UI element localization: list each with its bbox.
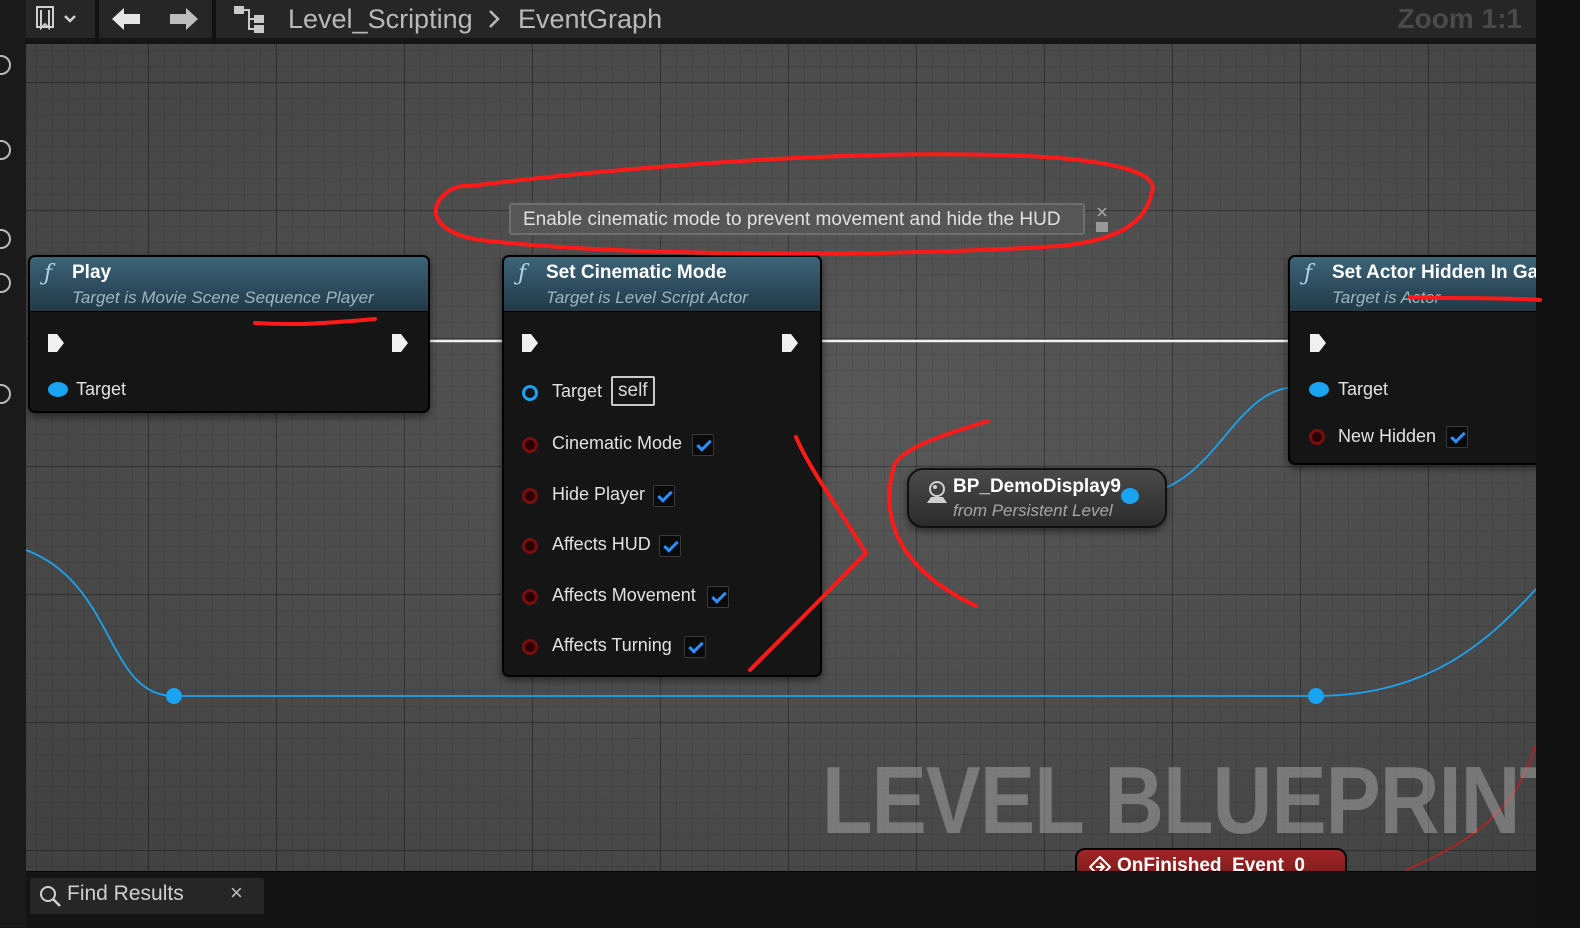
- reroute-node: [1308, 688, 1324, 704]
- target-default-value[interactable]: self: [611, 376, 655, 406]
- pin-label: Affects Movement: [552, 585, 696, 605]
- pin-label: Hide Player: [552, 484, 646, 504]
- exec-out-pin[interactable]: [780, 332, 800, 354]
- search-icon: [40, 886, 61, 907]
- event-icon: [1089, 856, 1111, 871]
- reroute-node: [166, 688, 182, 704]
- forward-button[interactable]: [166, 4, 202, 34]
- node-subtitle: Target is Movie Scene Sequence Player: [72, 288, 374, 307]
- pin-label: Target: [1338, 379, 1389, 399]
- on-finished-event-node[interactable]: OnFinished_Event_0: [1075, 848, 1347, 871]
- exec-in-pin[interactable]: [520, 332, 540, 354]
- chevron-down-icon: [64, 15, 76, 23]
- bp-demodisplay9-node[interactable]: BP_DemoDisplay9 from Persistent Level: [907, 468, 1167, 528]
- left-panel-strip: [0, 0, 27, 927]
- breadcrumb-level-scripting[interactable]: Level_Scripting: [288, 0, 473, 38]
- bookmark-button[interactable]: [34, 4, 84, 34]
- affects-movement-pin[interactable]: [522, 589, 538, 605]
- comment-bubble[interactable]: Enable cinematic mode to prevent movemen…: [509, 203, 1085, 235]
- affects-turning-checkbox[interactable]: [684, 636, 706, 658]
- pin-label: Affects Turning: [552, 635, 672, 655]
- bottom-tab-bar: Find Results ×: [26, 871, 1536, 928]
- panel-handle-icon[interactable]: [0, 55, 11, 75]
- breadcrumb-eventgraph[interactable]: EventGraph: [518, 0, 662, 38]
- back-arrow-icon: [112, 8, 140, 30]
- find-results-tab[interactable]: Find Results ×: [30, 878, 264, 914]
- exec-in-pin[interactable]: [1308, 332, 1328, 354]
- set-actor-hidden-header[interactable]: ƒ Set Actor Hidden In Gar Target is Acto…: [1290, 257, 1536, 312]
- node-subtitle: Target is Level Script Actor: [546, 288, 748, 307]
- graph-icon: [234, 6, 264, 33]
- cinematic-mode-pin[interactable]: [522, 437, 538, 453]
- node-title: BP_DemoDisplay9: [953, 476, 1121, 497]
- bookmark-icon: [36, 6, 76, 31]
- node-subtitle: from Persistent Level: [953, 501, 1113, 520]
- set-cinematic-mode-header[interactable]: ƒ Set Cinematic Mode Target is Level Scr…: [504, 257, 820, 312]
- level-blueprint-watermark: LEVEL BLUEPRINT: [822, 747, 1536, 854]
- panel-handle-icon[interactable]: [0, 273, 11, 293]
- graph-button[interactable]: [230, 4, 270, 34]
- affects-movement-checkbox[interactable]: [707, 586, 729, 608]
- toolbar-divider: [95, 0, 99, 44]
- pin-label: New Hidden: [1338, 426, 1437, 446]
- function-icon: ƒ: [518, 261, 527, 286]
- node-title: Play: [72, 262, 112, 283]
- hide-player-checkbox[interactable]: [653, 485, 675, 507]
- output-pin[interactable]: [1121, 488, 1139, 504]
- pin-label: Target: [552, 381, 603, 401]
- graph-canvas[interactable]: Enable cinematic mode to prevent movemen…: [26, 44, 1536, 871]
- toolbar-divider: [212, 0, 216, 44]
- zoom-level: Zoom 1:1: [1397, 3, 1522, 34]
- affects-hud-checkbox[interactable]: [659, 535, 681, 557]
- affects-turning-pin[interactable]: [522, 639, 538, 655]
- forward-arrow-icon: [170, 8, 198, 30]
- panel-handle-icon[interactable]: [0, 229, 11, 249]
- new-hidden-checkbox[interactable]: [1446, 426, 1468, 448]
- cinematic-mode-checkbox[interactable]: [692, 434, 714, 456]
- panel-handle-icon[interactable]: [0, 140, 11, 160]
- graph-toolbar: Level_Scripting EventGraph Zoom 1:1: [26, 0, 1536, 44]
- node-title: OnFinished_Event_0: [1117, 855, 1305, 871]
- target-pin[interactable]: [1309, 382, 1329, 397]
- exec-in-pin[interactable]: [46, 332, 66, 354]
- find-results-label: Find Results: [67, 882, 184, 905]
- target-pin[interactable]: [48, 382, 68, 397]
- play-node[interactable]: ƒ Play Target is Movie Scene Sequence Pl…: [28, 255, 430, 413]
- pin-label: Target: [76, 379, 127, 399]
- close-icon[interactable]: ×: [230, 880, 243, 906]
- node-subtitle: Target is Actor: [1332, 288, 1441, 307]
- actor-icon: [927, 481, 947, 503]
- affects-hud-pin[interactable]: [522, 538, 538, 554]
- function-icon: ƒ: [44, 261, 53, 286]
- hide-player-pin[interactable]: [522, 488, 538, 504]
- function-icon: ƒ: [1304, 261, 1313, 286]
- back-button[interactable]: [108, 4, 144, 34]
- right-panel-strip: [1536, 0, 1580, 927]
- comment-pin-icon[interactable]: [1095, 204, 1109, 234]
- chevron-right-icon: [487, 0, 501, 38]
- target-pin[interactable]: [522, 385, 538, 401]
- node-title: Set Actor Hidden In Gar: [1332, 262, 1536, 283]
- pin-label: Cinematic Mode: [552, 433, 683, 453]
- node-title: Set Cinematic Mode: [546, 262, 727, 283]
- panel-handle-icon[interactable]: [0, 384, 11, 404]
- set-actor-hidden-node[interactable]: ƒ Set Actor Hidden In Gar Target is Acto…: [1288, 255, 1536, 465]
- new-hidden-pin[interactable]: [1309, 429, 1325, 445]
- set-cinematic-mode-node[interactable]: ƒ Set Cinematic Mode Target is Level Scr…: [502, 255, 822, 677]
- play-node-header[interactable]: ƒ Play Target is Movie Scene Sequence Pl…: [30, 257, 428, 312]
- exec-out-pin[interactable]: [390, 332, 410, 354]
- pin-label: Affects HUD: [552, 534, 651, 554]
